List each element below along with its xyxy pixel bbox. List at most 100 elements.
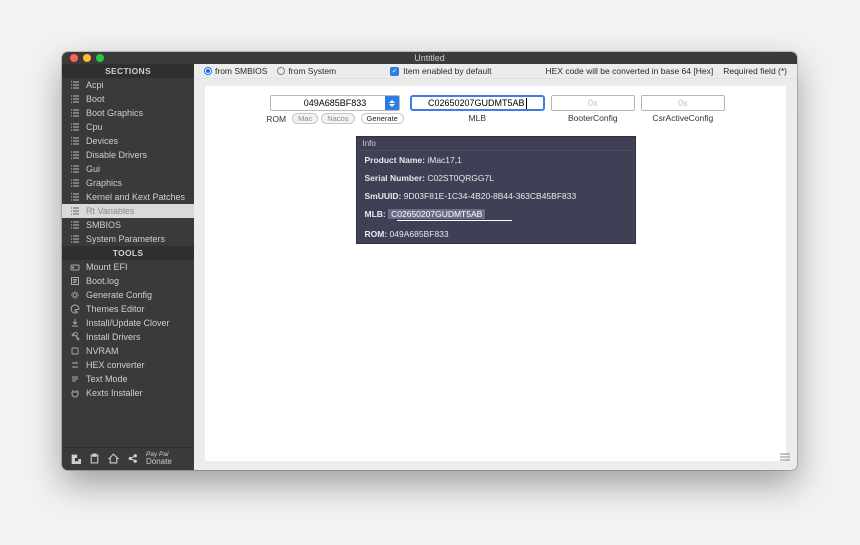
mlb-input[interactable]: C02650207GUDMT5AB xyxy=(410,95,545,111)
sidebar-item-gui[interactable]: Gui xyxy=(62,162,194,176)
sidebar-item-label: Generate Config xyxy=(86,290,152,300)
chip-icon xyxy=(70,346,80,356)
sidebar-item-label: Mount EFI xyxy=(86,262,128,272)
underline xyxy=(397,220,512,221)
sidebar-item-label: SMBIOS xyxy=(86,220,121,230)
booterconfig-label: BooterConfig xyxy=(568,113,618,123)
minimize-icon[interactable] xyxy=(83,54,91,62)
sidebar-item-label: Cpu xyxy=(86,122,103,132)
radio-icon xyxy=(277,67,285,75)
maximize-icon[interactable] xyxy=(96,54,104,62)
sidebar-item-label: Acpi xyxy=(86,80,104,90)
sidebar-item-label: Boot Graphics xyxy=(86,108,143,118)
sidebar-item-graphics[interactable]: Graphics xyxy=(62,176,194,190)
main-panel: from SMBIOS from System ✓Item enabled by… xyxy=(194,64,797,470)
tool-nvram[interactable]: NVRAM xyxy=(62,344,194,358)
share-icon[interactable] xyxy=(127,453,138,464)
info-header: Info xyxy=(357,137,635,151)
sidebar: SECTIONS Acpi Boot Boot Graphics Cpu Dev… xyxy=(62,64,194,470)
list-icon xyxy=(70,80,80,90)
sidebar-item-label: Gui xyxy=(86,164,100,174)
window-controls xyxy=(62,54,104,62)
home-icon[interactable] xyxy=(108,453,119,464)
radio-from-smbios[interactable]: from SMBIOS xyxy=(204,66,267,76)
sidebar-footer: Pay PalDonate xyxy=(62,447,194,470)
sidebar-item-label: Kernel and Kext Patches xyxy=(86,192,185,202)
radio-from-system[interactable]: from System xyxy=(277,66,336,76)
tool-install-drivers[interactable]: Install Drivers xyxy=(62,330,194,344)
list-icon xyxy=(70,234,80,244)
topbar: from SMBIOS from System ✓Item enabled by… xyxy=(194,64,797,79)
info-mlb: MLB: C02650207GUDMT5AB xyxy=(357,205,635,225)
sidebar-item-smbios[interactable]: SMBIOS xyxy=(62,218,194,232)
booterconfig-input[interactable]: 0x xyxy=(551,95,635,111)
menu-icon[interactable] xyxy=(779,449,791,467)
sidebar-item-boot[interactable]: Boot xyxy=(62,92,194,106)
sidebar-sections-header: SECTIONS xyxy=(62,64,194,78)
radio-icon xyxy=(204,67,212,75)
sidebar-item-devices[interactable]: Devices xyxy=(62,134,194,148)
sidebar-item-disable-drivers[interactable]: Disable Drivers xyxy=(62,148,194,162)
sidebar-item-label: Boot.log xyxy=(86,276,119,286)
mac-button[interactable]: Mac xyxy=(292,113,318,124)
info-smuuid: SmUUID: 9D03F81E-1C34-4B20-8B44-363CB45B… xyxy=(357,187,635,205)
sidebar-item-label: Devices xyxy=(86,136,118,146)
list-icon xyxy=(70,220,80,230)
export-icon[interactable] xyxy=(70,453,81,464)
list-icon xyxy=(70,192,80,202)
tool-boot-log[interactable]: Boot.log xyxy=(62,274,194,288)
list-icon xyxy=(70,136,80,146)
text-icon xyxy=(70,374,80,384)
sidebar-item-label: Install Drivers xyxy=(86,332,141,342)
sidebar-item-label: Rt Variables xyxy=(86,206,134,216)
checkbox-item-enabled[interactable]: ✓Item enabled by default xyxy=(390,66,491,76)
text-cursor xyxy=(526,98,527,109)
sidebar-item-label: HEX converter xyxy=(86,360,145,370)
plug-icon xyxy=(70,388,80,398)
sidebar-item-label: Text Mode xyxy=(86,374,128,384)
donate-button[interactable]: Pay PalDonate xyxy=(146,452,172,466)
chevron-updown-icon[interactable] xyxy=(385,96,399,110)
nacos-button[interactable]: Nacos xyxy=(321,113,354,124)
download-icon xyxy=(70,318,80,328)
csractiveconfig-label: CsrActiveConfig xyxy=(652,113,713,123)
rom-input[interactable]: 049A685BF833 xyxy=(270,95,400,111)
sidebar-item-label: Themes Editor xyxy=(86,304,145,314)
window-title: Untitled xyxy=(62,53,797,63)
sidebar-item-system-parameters[interactable]: System Parameters xyxy=(62,232,194,246)
log-icon xyxy=(70,276,80,286)
tool-install-update-clover[interactable]: Install/Update Clover xyxy=(62,316,194,330)
list-icon xyxy=(70,164,80,174)
convert-icon xyxy=(70,360,80,370)
hex-note: HEX code will be converted in base 64 [H… xyxy=(545,66,713,76)
titlebar: Untitled xyxy=(62,52,797,64)
tool-kexts-installer[interactable]: Kexts Installer xyxy=(62,386,194,400)
info-rom: ROM: 049A685BF833 xyxy=(357,225,635,243)
check-icon: ✓ xyxy=(390,67,399,76)
app-window: Untitled SECTIONS Acpi Boot Boot Graphic… xyxy=(62,52,797,470)
list-icon xyxy=(70,122,80,132)
sidebar-item-label: Boot xyxy=(86,94,105,104)
tool-hex-converter[interactable]: HEX converter xyxy=(62,358,194,372)
sidebar-item-boot-graphics[interactable]: Boot Graphics xyxy=(62,106,194,120)
tool-generate-config[interactable]: Generate Config xyxy=(62,288,194,302)
palette-icon xyxy=(70,304,80,314)
generate-button[interactable]: Generate xyxy=(361,113,404,124)
sidebar-item-rt-variables[interactable]: Rt Variables xyxy=(62,204,194,218)
mlb-label: MLB xyxy=(469,113,486,123)
rom-label: ROM xyxy=(266,114,286,124)
clipboard-icon[interactable] xyxy=(89,453,100,464)
sidebar-item-label: Disable Drivers xyxy=(86,150,147,160)
tool-text-mode[interactable]: Text Mode xyxy=(62,372,194,386)
tool-themes-editor[interactable]: Themes Editor xyxy=(62,302,194,316)
tool-mount-efi[interactable]: Mount EFI xyxy=(62,260,194,274)
sidebar-item-acpi[interactable]: Acpi xyxy=(62,78,194,92)
info-product-name: Product Name: iMac17,1 xyxy=(357,151,635,169)
sidebar-item-label: Graphics xyxy=(86,178,122,188)
sidebar-item-kernel-kext[interactable]: Kernel and Kext Patches xyxy=(62,190,194,204)
list-icon xyxy=(70,206,80,216)
close-icon[interactable] xyxy=(70,54,78,62)
sidebar-item-label: Kexts Installer xyxy=(86,388,143,398)
csractiveconfig-input[interactable]: 0x xyxy=(641,95,725,111)
sidebar-item-cpu[interactable]: Cpu xyxy=(62,120,194,134)
